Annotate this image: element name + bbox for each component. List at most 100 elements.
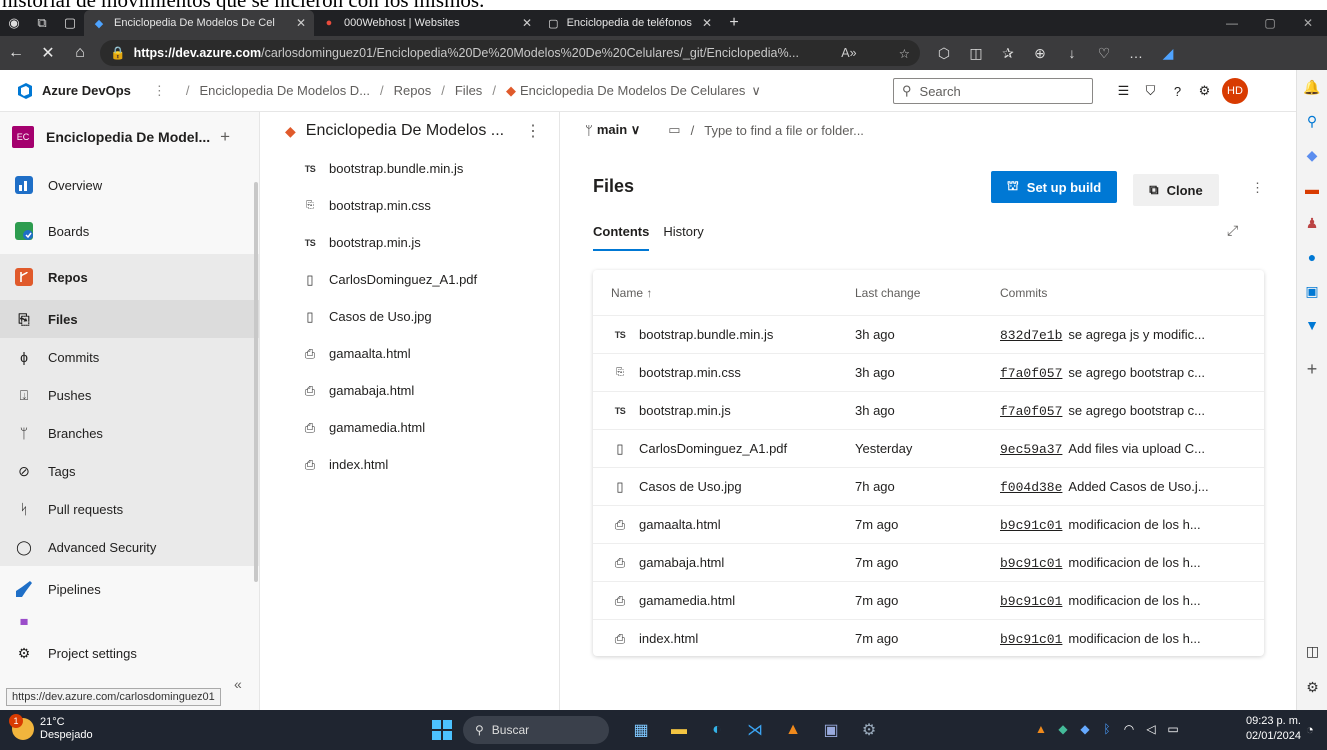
close-window-icon[interactable]: ✕ bbox=[1289, 10, 1327, 36]
bluetooth-icon[interactable]: ᛒ bbox=[1096, 722, 1118, 736]
help-icon[interactable]: ? bbox=[1164, 84, 1191, 99]
more-options-icon[interactable]: ⋮ bbox=[525, 121, 541, 141]
tree-item[interactable]: TS bootstrap.bundle.min.js bbox=[261, 150, 559, 187]
extensions-icon[interactable]: ⬡ bbox=[928, 45, 960, 62]
breadcrumb-repo[interactable]: Enciclopedia De Modelos De Celulares bbox=[520, 83, 745, 98]
read-aloud-icon[interactable]: A» bbox=[833, 46, 856, 60]
copilot-circle-icon[interactable]: ● bbox=[1297, 240, 1327, 274]
sidebar-item-repos[interactable]: Repos bbox=[0, 254, 259, 300]
azure-devops-logo-icon[interactable] bbox=[8, 82, 42, 100]
browser-tab-ado[interactable]: ◆ Enciclopedia De Modelos De Cel ✕ bbox=[84, 10, 314, 36]
notification-bell-icon[interactable]: 🔔 bbox=[1297, 70, 1327, 104]
wifi-icon[interactable]: ◠ bbox=[1118, 722, 1140, 736]
weather-widget[interactable]: 1 21°C Despejado bbox=[9, 714, 93, 742]
breadcrumb-project[interactable]: Enciclopedia De Modelos D... bbox=[200, 83, 371, 98]
commit-hash-link[interactable]: b9c91c01 bbox=[1000, 594, 1062, 609]
add-icon[interactable]: + bbox=[1297, 352, 1327, 386]
breadcrumb-repos[interactable]: Repos bbox=[394, 83, 432, 98]
notifications-icon[interactable]: ◔ bbox=[1306, 722, 1314, 737]
set-up-build-button[interactable]: ⛫ Set up build bbox=[991, 171, 1117, 203]
battery-icon[interactable]: ▭ bbox=[1162, 722, 1184, 736]
close-tab-icon[interactable]: ✕ bbox=[286, 16, 306, 30]
split-screen-icon[interactable]: ◫ bbox=[960, 45, 992, 62]
table-row[interactable]: ⎙ gamabaja.html 7m ago b9c91c01 modificaci… bbox=[593, 543, 1264, 581]
minimize-icon[interactable]: — bbox=[1213, 10, 1251, 36]
commit-hash-link[interactable]: f7a0f057 bbox=[1000, 366, 1062, 381]
browser-profile-icon[interactable]: ◉ bbox=[0, 10, 28, 36]
tree-item[interactable]: ⎙ index.html bbox=[261, 446, 559, 483]
edge-icon[interactable]: ◐ bbox=[698, 715, 736, 745]
edge-search-icon[interactable]: ⚲ bbox=[1297, 104, 1327, 138]
table-row[interactable]: ⎙ gamaalta.html 7m ago b9c91c01 modificaci… bbox=[593, 505, 1264, 543]
close-tab-icon[interactable]: ✕ bbox=[692, 16, 712, 30]
table-row[interactable]: TS bootstrap.min.js 3h ago f7a0f057 se agr… bbox=[593, 391, 1264, 429]
sidebar-item-branches[interactable]: ᛘ Branches bbox=[0, 414, 259, 452]
sidebar-item-pushes[interactable]: ⍗ Pushes bbox=[0, 376, 259, 414]
tree-item[interactable]: ▯ CarlosDominguez_A1.pdf bbox=[261, 261, 559, 298]
task-list-icon[interactable]: ☰ bbox=[1110, 83, 1137, 99]
clone-button[interactable]: ⧉ Clone bbox=[1133, 174, 1219, 206]
more-menu-icon[interactable]: … bbox=[1120, 45, 1152, 61]
sidebar-item-boards[interactable]: Boards bbox=[0, 208, 259, 254]
table-row[interactable]: TS bootstrap.bundle.min.js 3h ago 832d7e1… bbox=[593, 315, 1264, 353]
table-row[interactable]: ⎙ index.html 7m ago b9c91c01 modificacion … bbox=[593, 619, 1264, 657]
favorites-icon[interactable]: ✰ bbox=[992, 45, 1024, 62]
clock[interactable]: 09:23 p. m. 02/01/2024 bbox=[1237, 714, 1301, 744]
branch-selector[interactable]: main ∨ bbox=[597, 122, 640, 138]
workspaces-icon[interactable]: ⧉ bbox=[28, 10, 56, 36]
restore-icon[interactable]: ▢ bbox=[1251, 10, 1289, 36]
back-icon[interactable]: ← bbox=[0, 36, 32, 70]
sidebar-item-project-settings[interactable]: ⚙ Project settings bbox=[0, 638, 259, 668]
tray-app-icon[interactable]: ◆ bbox=[1074, 722, 1096, 736]
volume-icon[interactable]: ◁ bbox=[1140, 722, 1162, 736]
vlc-tray-icon[interactable]: ▲ bbox=[1030, 722, 1052, 736]
commit-hash-link[interactable]: f7a0f057 bbox=[1000, 404, 1062, 419]
path-search-input[interactable]: Type to find a file or folder... bbox=[704, 123, 864, 138]
add-icon[interactable]: + bbox=[220, 127, 230, 147]
outlook-icon[interactable]: ▣ bbox=[1297, 274, 1327, 308]
shopping-tag-icon[interactable]: ◆ bbox=[1297, 138, 1327, 172]
table-row[interactable]: ▯ CarlosDominguez_A1.pdf Yesterday 9ec59a… bbox=[593, 429, 1264, 467]
sidebar-toggle-icon[interactable]: ◫ bbox=[1297, 634, 1327, 668]
commit-hash-link[interactable]: b9c91c01 bbox=[1000, 632, 1062, 647]
tree-item[interactable]: ⎙ gamabaja.html bbox=[261, 372, 559, 409]
tab-contents[interactable]: Contents bbox=[593, 224, 650, 251]
tree-item[interactable]: ▯ Casos de Uso.jpg bbox=[261, 298, 559, 335]
browser-tab-enciclopedia[interactable]: ▢ Enciclopedia de teléfonos ✕ bbox=[540, 10, 720, 36]
commit-hash-link[interactable]: 9ec59a37 bbox=[1000, 442, 1062, 457]
settings-gear-icon[interactable]: ⚙ bbox=[850, 715, 888, 745]
file-explorer-icon[interactable]: ▬ bbox=[660, 715, 698, 745]
fullscreen-icon[interactable]: ⤢ bbox=[1227, 222, 1238, 239]
url-field[interactable]: 🔒 https://dev.azure.com/carlosdominguez0… bbox=[100, 40, 920, 66]
sidebar-item-artifacts[interactable]: ▀ bbox=[0, 612, 259, 638]
commit-hash-link[interactable]: b9c91c01 bbox=[1000, 556, 1062, 571]
browser-essentials-icon[interactable]: ♡ bbox=[1088, 45, 1120, 62]
sidebar-item-tags[interactable]: ⊘ Tags bbox=[0, 452, 259, 490]
column-name-header[interactable]: Name ↑ bbox=[611, 286, 652, 300]
copilot-icon[interactable]: ◢ bbox=[1152, 45, 1184, 62]
repo-tree-header[interactable]: ◆ Enciclopedia De Modelos ... ⋮ bbox=[261, 112, 559, 150]
briefcase-icon[interactable]: ▬ bbox=[1297, 172, 1327, 206]
tree-item[interactable]: ⎙ gamaalta.html bbox=[261, 335, 559, 372]
nav-scrollbar[interactable] bbox=[254, 182, 258, 582]
browser-tab-000webhost[interactable]: ● 000Webhost | Websites ✕ bbox=[314, 10, 540, 36]
chevron-down-icon[interactable]: ∨ bbox=[751, 83, 761, 99]
vscode-icon[interactable]: ⋊ bbox=[736, 715, 774, 745]
commit-hash-link[interactable]: 832d7e1b bbox=[1000, 328, 1062, 343]
new-tab-icon[interactable]: + bbox=[720, 10, 748, 36]
commit-hash-link[interactable]: b9c91c01 bbox=[1000, 518, 1062, 533]
more-dots-icon[interactable]: ⋮ bbox=[153, 83, 166, 99]
tray-app-icon[interactable]: ◆ bbox=[1052, 722, 1074, 736]
table-row[interactable]: ⎙ gamamedia.html 7m ago b9c91c01 modificac… bbox=[593, 581, 1264, 619]
more-options-icon[interactable]: ⋮ bbox=[1251, 180, 1264, 196]
sidebar-item-commits[interactable]: ϕ Commits bbox=[0, 338, 259, 376]
widgets-icon[interactable]: ▦ bbox=[622, 715, 660, 745]
people-icon[interactable]: ♟ bbox=[1297, 206, 1327, 240]
sidebar-item-pull-requests[interactable]: ᛋ Pull requests bbox=[0, 490, 259, 528]
tree-item[interactable]: ⎘ bootstrap.min.css bbox=[261, 187, 559, 224]
product-name[interactable]: Azure DevOps bbox=[42, 83, 131, 98]
tab-history[interactable]: History bbox=[663, 224, 703, 251]
collections-icon[interactable]: ⊕ bbox=[1024, 45, 1056, 62]
commit-hash-link[interactable]: f004d38e bbox=[1000, 480, 1062, 495]
sidebar-settings-icon[interactable]: ⚙ bbox=[1297, 670, 1327, 704]
